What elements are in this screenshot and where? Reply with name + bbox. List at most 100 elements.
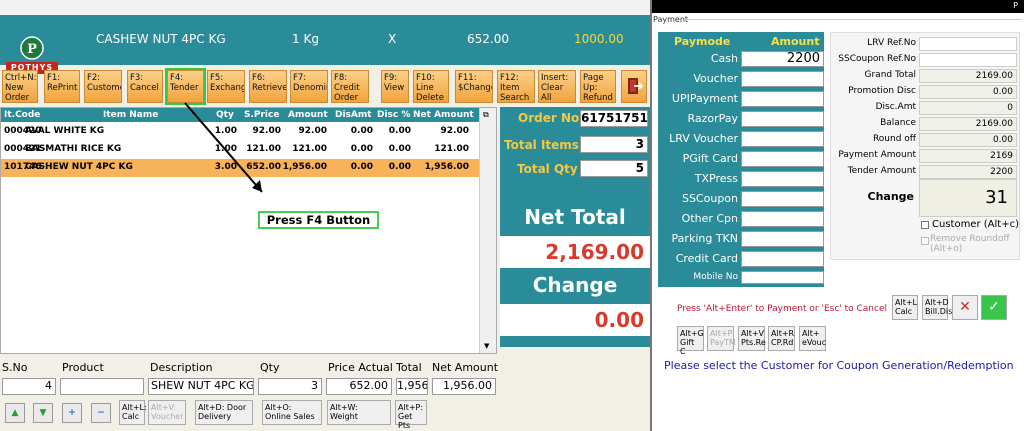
add-line-button[interactable]: + — [62, 403, 82, 423]
calc-button[interactable]: Alt+L Calc — [892, 295, 918, 320]
bill-discount-button[interactable]: Alt+D Bill.Dis — [922, 295, 952, 320]
info-label: Disc.Amt — [875, 102, 916, 112]
scroll-down-icon[interactable]: ▼ — [484, 342, 489, 350]
paymode-amount-input[interactable] — [741, 231, 824, 247]
banner-times: X — [388, 32, 397, 46]
denomination-button[interactable]: F7: Denomin — [290, 70, 328, 103]
remove-roundoff-checkbox[interactable] — [921, 237, 929, 245]
weight-button[interactable]: Alt+W: Weight — [327, 400, 391, 425]
paymode-amount-input[interactable] — [741, 71, 824, 87]
net-amount-label: Net Amount — [432, 361, 499, 374]
paymode-amount-input[interactable] — [741, 111, 824, 127]
paymode-amount-input[interactable] — [741, 171, 824, 187]
paymode-panel: Paymode Amount Cash 2200 Voucher UPIPayment… — [658, 32, 824, 287]
info-value: 0.00 — [919, 133, 1017, 147]
paymode-label: Mobile No — [693, 272, 738, 282]
retrieve-button[interactable]: F6: Retrieve — [249, 70, 287, 103]
col-itcode: It.Code — [4, 110, 41, 120]
view-button[interactable]: F9: View — [381, 70, 409, 103]
paymode-label: UPIPayment — [671, 92, 738, 105]
exit-button[interactable] — [621, 70, 647, 103]
door-delivery-button[interactable]: Alt+D: Door Delivery — [195, 400, 253, 425]
paymode-amount-input[interactable] — [741, 271, 824, 284]
paymode-amount-input[interactable] — [741, 251, 824, 267]
top-strip — [0, 0, 650, 15]
coupon-redeem-button[interactable]: Alt+R CP.Rd — [768, 326, 795, 351]
cancel-payment-button[interactable]: ✕ — [952, 295, 978, 320]
item-search-button[interactable]: F12: Item Search — [497, 70, 535, 103]
total-field: 1,956 — [396, 378, 428, 395]
tender-button[interactable]: F4: Tender — [165, 68, 206, 105]
description-field[interactable]: SHEW NUT 4PC KG — [148, 378, 254, 395]
table-cell: 0.00 — [350, 162, 373, 172]
paymode-amount-input[interactable] — [741, 151, 824, 167]
evoucher-button[interactable]: Alt+ eVouc — [799, 326, 826, 351]
remove-line-button[interactable]: − — [91, 403, 111, 423]
table-cell: AVAL WHITE KG — [25, 126, 105, 136]
paytm-button[interactable]: Alt+P PayTM — [707, 326, 736, 351]
title-rule — [684, 19, 1022, 20]
payment-title: Payment — [653, 15, 689, 24]
banner-price: 652.00 — [467, 32, 509, 46]
paymode-label: Other Cpn — [681, 212, 738, 225]
customer-button[interactable]: F2: Custome — [84, 70, 122, 103]
paymode-label: LRV Voucher — [669, 132, 738, 145]
table-cell: 0.00 — [350, 126, 373, 136]
info-value[interactable] — [919, 37, 1017, 51]
move-up-button[interactable]: ▲ — [5, 403, 25, 423]
change-currency-button[interactable]: F11: $Change — [455, 70, 493, 103]
total-items-label: Total Items — [504, 138, 579, 152]
table-cell: 0.00 — [388, 162, 411, 172]
check-icon: ✓ — [988, 299, 1000, 315]
credit-order-button[interactable]: F8: Credit Order — [331, 70, 369, 103]
paymode-amount-input[interactable] — [741, 131, 824, 147]
paymode-label: Credit Card — [675, 252, 738, 265]
grid-scrollbar[interactable]: ⧉ ▼ — [479, 108, 496, 353]
table-cell: 92.00 — [298, 126, 327, 136]
cancel-button[interactable]: F3: Cancel — [127, 70, 163, 103]
minus-icon: − — [97, 408, 105, 418]
online-sales-button[interactable]: Alt+O: Online Sales — [262, 400, 322, 425]
points-redeem-button[interactable]: Alt+V Pts.Re — [738, 326, 766, 351]
col-net-amount: Net Amount — [413, 110, 474, 120]
calc-button[interactable]: Alt+L: Calc — [119, 400, 147, 425]
price-actual-field[interactable]: 652.00 — [326, 378, 392, 395]
customer-checkbox[interactable] — [921, 221, 929, 229]
description-label: Description — [150, 361, 213, 374]
new-order-button[interactable]: Ctrl+N: New Order — [2, 70, 38, 103]
qty-input[interactable]: 3 — [258, 378, 322, 395]
table-cell: 1,956.00 — [424, 162, 469, 172]
table-cell: 121.00 — [434, 144, 469, 154]
reprint-button[interactable]: F1: RePrint — [44, 70, 80, 103]
product-input[interactable] — [60, 378, 144, 395]
pointer-arrow — [184, 102, 263, 193]
grid-menu-icon[interactable]: ⧉ — [483, 110, 489, 120]
paymode-amount-input[interactable] — [741, 191, 824, 207]
gift-card-button[interactable]: Alt+G Gift C — [677, 326, 704, 356]
clear-all-button[interactable]: Insert: Clear All — [538, 70, 576, 103]
col-disc-pct: Disc % — [377, 110, 411, 120]
info-value[interactable] — [919, 53, 1017, 67]
coupon-message: Please select the Customer for Coupon Ge… — [664, 359, 1014, 372]
table-cell: CASHEW NUT 4PC KG — [25, 162, 133, 172]
confirm-payment-button[interactable]: ✓ — [981, 295, 1007, 320]
change-value: 0.00 — [500, 304, 650, 336]
paymode-label: Cash — [710, 52, 738, 65]
sno-field[interactable]: 4 — [2, 378, 56, 395]
sno-label: S.No — [2, 361, 28, 374]
paymode-amount-input[interactable] — [741, 211, 824, 227]
refund-button[interactable]: Page Up: Refund — [580, 70, 616, 103]
paymode-amount-input[interactable]: 2200 — [741, 51, 824, 67]
voucher-button[interactable]: Alt+V: Voucher — [148, 400, 186, 425]
table-cell: 0.00 — [388, 126, 411, 136]
get-points-button[interactable]: Alt+P: Get Pts — [395, 400, 427, 430]
move-down-button[interactable]: ▼ — [33, 403, 53, 423]
plus-icon: + — [68, 408, 76, 418]
payment-titlebar: P — [652, 0, 1024, 13]
exchange-button[interactable]: F5: Exchang — [207, 70, 245, 103]
net-total-value: 2,169.00 — [500, 236, 650, 268]
paymode-amount-input[interactable] — [741, 91, 824, 107]
net-total-label: Net Total — [524, 205, 626, 229]
line-delete-button[interactable]: F10: Line Delete — [413, 70, 449, 103]
info-value: 0 — [919, 101, 1017, 115]
